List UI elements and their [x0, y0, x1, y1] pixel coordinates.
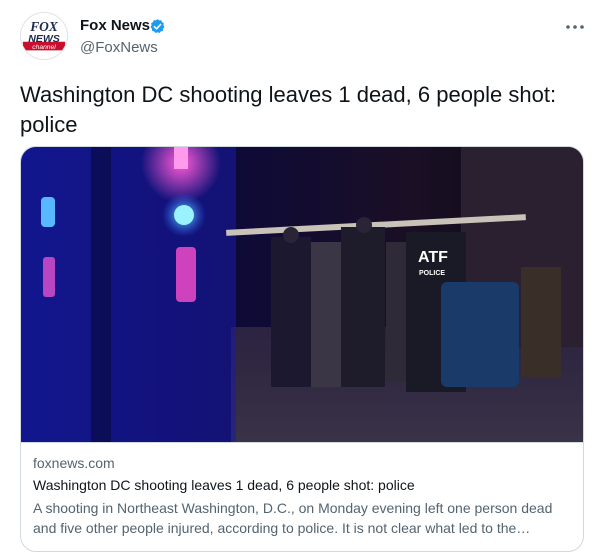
svg-text:POLICE: POLICE — [419, 270, 445, 277]
avatar[interactable]: FOX NEWS channel — [20, 12, 68, 60]
link-card[interactable]: ATF POLICE foxnews.com Washington DC sho… — [20, 146, 584, 552]
svg-text:NEWS: NEWS — [28, 33, 60, 45]
account-name[interactable]: Fox News — [80, 17, 150, 35]
card-description: A shooting in Northeast Washington, D.C.… — [33, 500, 553, 536]
tweet[interactable]: FOX NEWS channel Fox News @FoxNews Washi… — [0, 0, 600, 560]
account-handle[interactable]: @FoxNews — [80, 39, 158, 57]
verified-badge-icon — [150, 19, 165, 34]
article-image[interactable]: ATF POLICE — [21, 147, 583, 442]
fox-news-logo: FOX NEWS channel — [21, 13, 67, 59]
card-title[interactable]: Washington DC shooting leaves 1 dead, 6 … — [33, 476, 415, 494]
card-domain: foxnews.com — [33, 455, 115, 471]
card-body[interactable]: foxnews.com Washington DC shooting leave… — [21, 442, 583, 551]
svg-text:channel: channel — [32, 44, 56, 51]
tweet-text: Washington DC shooting leaves 1 dead, 6 … — [20, 82, 557, 137]
more-options-icon[interactable] — [562, 18, 588, 36]
svg-text:ATF: ATF — [418, 249, 448, 266]
